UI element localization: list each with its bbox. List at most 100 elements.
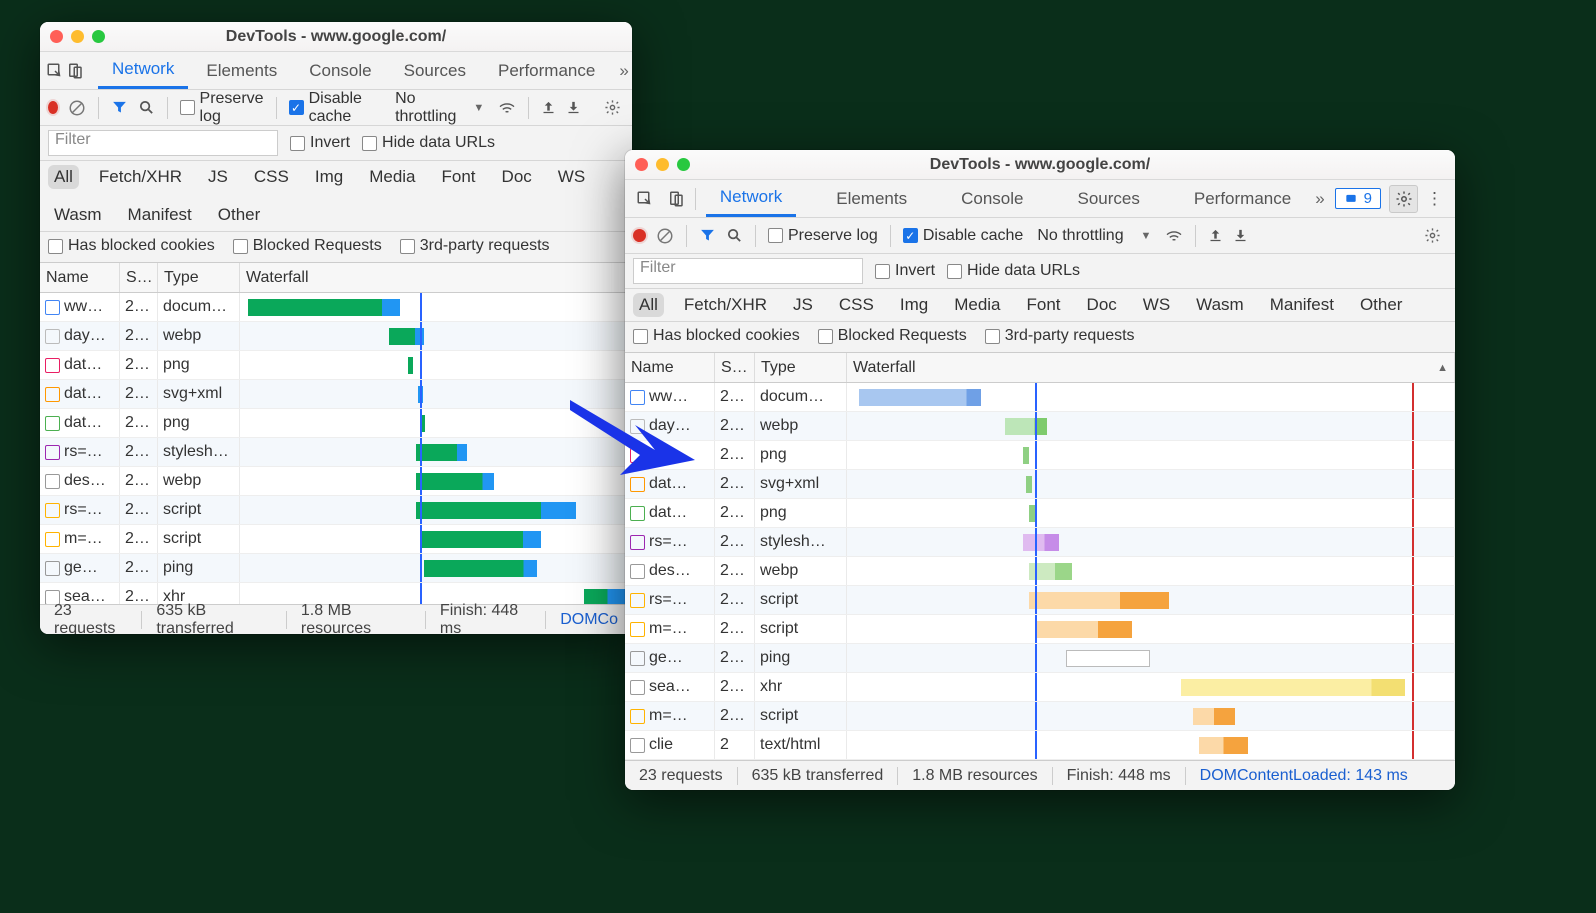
request-row[interactable]: dat…2…png	[625, 441, 1455, 470]
type-other[interactable]: Other	[1354, 293, 1409, 317]
type-wasm[interactable]: Wasm	[48, 203, 108, 227]
type-media[interactable]: Media	[363, 165, 421, 189]
filter-icon[interactable]	[699, 227, 716, 244]
filter-input[interactable]: Filter	[48, 130, 278, 156]
panel-settings-icon[interactable]	[1417, 222, 1447, 250]
download-icon[interactable]	[1233, 228, 1248, 243]
request-row[interactable]: ge…2…ping	[625, 644, 1455, 673]
throttling-select[interactable]: No throttling ▼	[1033, 227, 1155, 245]
hide-data-urls-checkbox[interactable]: Hide data URLs	[362, 134, 495, 152]
wifi-icon[interactable]	[498, 101, 516, 115]
col-waterfall[interactable]: Waterfall▲	[847, 353, 1455, 382]
preserve-log-checkbox[interactable]: Preserve log	[180, 90, 264, 126]
type-font[interactable]: Font	[436, 165, 482, 189]
upload-icon[interactable]	[1208, 228, 1223, 243]
traffic-lights[interactable]	[50, 30, 105, 43]
request-row[interactable]: ge…2…ping	[40, 554, 632, 583]
close-dot[interactable]	[635, 158, 648, 171]
request-row[interactable]: m=…2…script	[625, 702, 1455, 731]
type-media[interactable]: Media	[948, 293, 1006, 317]
type-doc[interactable]: Doc	[1081, 293, 1123, 317]
type-manifest[interactable]: Manifest	[122, 203, 198, 227]
search-icon[interactable]	[726, 227, 743, 244]
request-row[interactable]: dat…2…png	[40, 409, 632, 438]
disable-cache-checkbox[interactable]: ✓Disable cache	[903, 227, 1024, 245]
invert-checkbox[interactable]: Invert	[290, 134, 350, 152]
kebab-icon[interactable]: ⋮	[1420, 189, 1449, 209]
disable-cache-checkbox[interactable]: ✓Disable cache	[289, 90, 381, 126]
request-row[interactable]: ww…2…docum…	[625, 383, 1455, 412]
minimize-dot[interactable]	[656, 158, 669, 171]
type-wasm[interactable]: Wasm	[1190, 293, 1250, 317]
settings-icon[interactable]	[1389, 185, 1418, 213]
search-icon[interactable]	[138, 99, 155, 116]
request-row[interactable]: day…2…webp	[40, 322, 632, 351]
inspect-icon[interactable]	[46, 56, 64, 86]
type-doc[interactable]: Doc	[496, 165, 538, 189]
col-type[interactable]: Type	[755, 353, 847, 382]
tab-performance[interactable]: Performance	[484, 52, 609, 89]
has-blocked-cookies-checkbox[interactable]: Has blocked cookies	[633, 327, 800, 345]
col-name[interactable]: Name	[40, 263, 120, 292]
zoom-dot[interactable]	[92, 30, 105, 43]
request-row[interactable]: dat…2…png	[40, 351, 632, 380]
tab-network[interactable]: Network	[706, 180, 796, 217]
tab-sources[interactable]: Sources	[390, 52, 480, 89]
inspect-icon[interactable]	[631, 184, 660, 214]
more-tabs-icon[interactable]: »	[1307, 189, 1332, 209]
type-js[interactable]: JS	[202, 165, 234, 189]
type-other[interactable]: Other	[212, 203, 267, 227]
clear-icon[interactable]	[68, 99, 86, 117]
request-row[interactable]: day…2…webp	[625, 412, 1455, 441]
type-all[interactable]: All	[633, 293, 664, 317]
type-all[interactable]: All	[48, 165, 79, 189]
request-row[interactable]: rs=…2…stylesh…	[625, 528, 1455, 557]
issues-badge[interactable]: 9	[1335, 188, 1381, 209]
wifi-icon[interactable]	[1165, 229, 1183, 243]
filter-input[interactable]: Filter	[633, 258, 863, 284]
more-tabs-icon[interactable]: »	[611, 61, 632, 81]
hide-data-urls-checkbox[interactable]: Hide data URLs	[947, 262, 1080, 280]
clear-icon[interactable]	[656, 227, 674, 245]
minimize-dot[interactable]	[71, 30, 84, 43]
type-fetchxhr[interactable]: Fetch/XHR	[93, 165, 188, 189]
third-party-checkbox[interactable]: 3rd-party requests	[400, 237, 550, 255]
request-row[interactable]: rs=…2…stylesh…	[40, 438, 632, 467]
type-manifest[interactable]: Manifest	[1264, 293, 1340, 317]
device-icon[interactable]	[662, 184, 691, 214]
request-row[interactable]: dat…2…svg+xml	[40, 380, 632, 409]
tab-network[interactable]: Network	[98, 52, 188, 89]
type-ws[interactable]: WS	[1137, 293, 1176, 317]
panel-settings-icon[interactable]	[601, 94, 624, 122]
download-icon[interactable]	[566, 100, 581, 115]
zoom-dot[interactable]	[677, 158, 690, 171]
request-row[interactable]: des…2…webp	[40, 467, 632, 496]
request-row[interactable]: ww…2…docum…	[40, 293, 632, 322]
invert-checkbox[interactable]: Invert	[875, 262, 935, 280]
col-status[interactable]: S…	[120, 263, 158, 292]
tab-elements[interactable]: Elements	[192, 52, 291, 89]
type-css[interactable]: CSS	[248, 165, 295, 189]
request-row[interactable]: m=…2…script	[40, 525, 632, 554]
tab-console[interactable]: Console	[295, 52, 385, 89]
throttling-select[interactable]: No throttling ▼	[391, 90, 488, 126]
tab-performance[interactable]: Performance	[1180, 180, 1305, 217]
record-button[interactable]	[633, 229, 646, 242]
tab-elements[interactable]: Elements	[822, 180, 921, 217]
has-blocked-cookies-checkbox[interactable]: Has blocked cookies	[48, 237, 215, 255]
type-ws[interactable]: WS	[552, 165, 591, 189]
type-img[interactable]: Img	[309, 165, 349, 189]
request-row[interactable]: rs=…2…script	[40, 496, 632, 525]
device-icon[interactable]	[66, 56, 84, 86]
type-css[interactable]: CSS	[833, 293, 880, 317]
blocked-requests-checkbox[interactable]: Blocked Requests	[233, 237, 382, 255]
record-button[interactable]	[48, 101, 58, 114]
request-row[interactable]: rs=…2…script	[625, 586, 1455, 615]
close-dot[interactable]	[50, 30, 63, 43]
type-img[interactable]: Img	[894, 293, 934, 317]
type-js[interactable]: JS	[787, 293, 819, 317]
request-row[interactable]: clie2text/html	[625, 731, 1455, 760]
col-type[interactable]: Type	[158, 263, 240, 292]
upload-icon[interactable]	[541, 100, 556, 115]
preserve-log-checkbox[interactable]: Preserve log	[768, 227, 878, 245]
